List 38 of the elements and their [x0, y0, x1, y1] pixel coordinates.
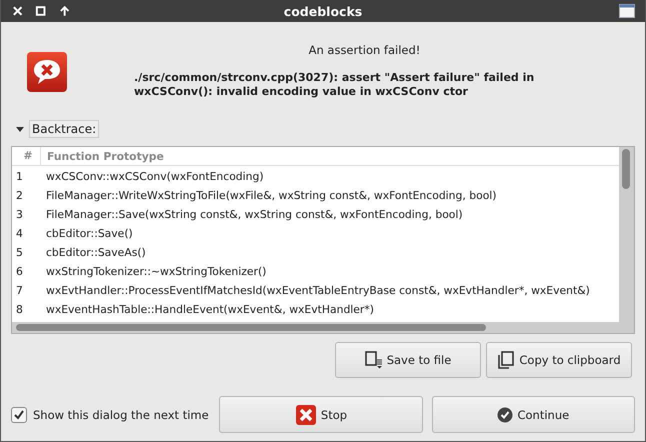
- close-icon[interactable]: [11, 4, 24, 18]
- table-cell-text: wxCSConv::wxCSConv(wxFontEncoding): [45, 170, 264, 183]
- vertical-scrollbar[interactable]: [619, 147, 634, 333]
- window-icon[interactable]: [619, 4, 635, 18]
- table-cell-text: 3: [15, 206, 24, 222]
- table-cell-text: 4: [15, 226, 24, 242]
- backtrace-toggle[interactable]: Backtrace:: [29, 120, 100, 138]
- maximize-icon[interactable]: [34, 4, 48, 18]
- save-to-file-button[interactable]: Save to file: [335, 342, 481, 378]
- window-title: codeblocks: [284, 4, 362, 18]
- table-cell-text: cbEditor::Save(): [45, 227, 133, 240]
- table-cell-text: 6: [15, 264, 24, 280]
- arrow-up-icon[interactable]: [58, 4, 71, 18]
- table-cell-text: FileManager::Save(wxString const&, wxString const&, wxFontEncoding, bool): [45, 208, 463, 221]
- copy-icon: [497, 351, 516, 369]
- expander-icon[interactable]: [15, 124, 25, 134]
- table-cell-text: wxEventHashTable::HandleEvent(wxEvent&, wxEvtHandler*): [45, 303, 374, 316]
- table-cell-text: 7: [15, 282, 24, 298]
- table-cell-text: wxStringTokenizer::~wxStringTokenizer(): [45, 265, 266, 278]
- table-cell-text: 8: [15, 302, 24, 318]
- message-heading: An assertion failed!: [308, 43, 422, 57]
- error-icon: [26, 51, 68, 93]
- table-cell-text: cbEditor::SaveAs(): [45, 246, 146, 259]
- stop-icon: [294, 404, 317, 426]
- checkmark-icon: [497, 406, 514, 422]
- continue-button[interactable]: Continue: [432, 396, 635, 433]
- horizontal-scrollbar[interactable]: [12, 322, 619, 333]
- checkbox-label[interactable]: Show this dialog the next time: [33, 408, 209, 422]
- table-cell-text: 1: [15, 168, 24, 184]
- save-file-icon: [364, 351, 383, 369]
- table-cell-text: 2: [15, 188, 24, 204]
- checkbox[interactable]: [11, 406, 27, 422]
- copy-to-clipboard-button[interactable]: Copy to clipboard: [486, 342, 632, 378]
- table-cell-text: FileManager::WriteWxStringToFile(wxFile&, wxString const&, wxFontEncoding, bool): [45, 189, 497, 202]
- assertion-message: ./src/common/strconv.cpp(3027): assert "Assert failure" failed in wxCSConv(): invalid encoding value in wxCSConv ctor: [134, 71, 536, 99]
- stop-button[interactable]: Stop: [219, 396, 423, 433]
- table-cell-text: wxEvtHandler::ProcessEventIfMatchesId(wxEventTableEntryBase const&, wxEvtHandler*, wxEvent&): [45, 284, 590, 297]
- table-cell-text: 5: [15, 244, 24, 260]
